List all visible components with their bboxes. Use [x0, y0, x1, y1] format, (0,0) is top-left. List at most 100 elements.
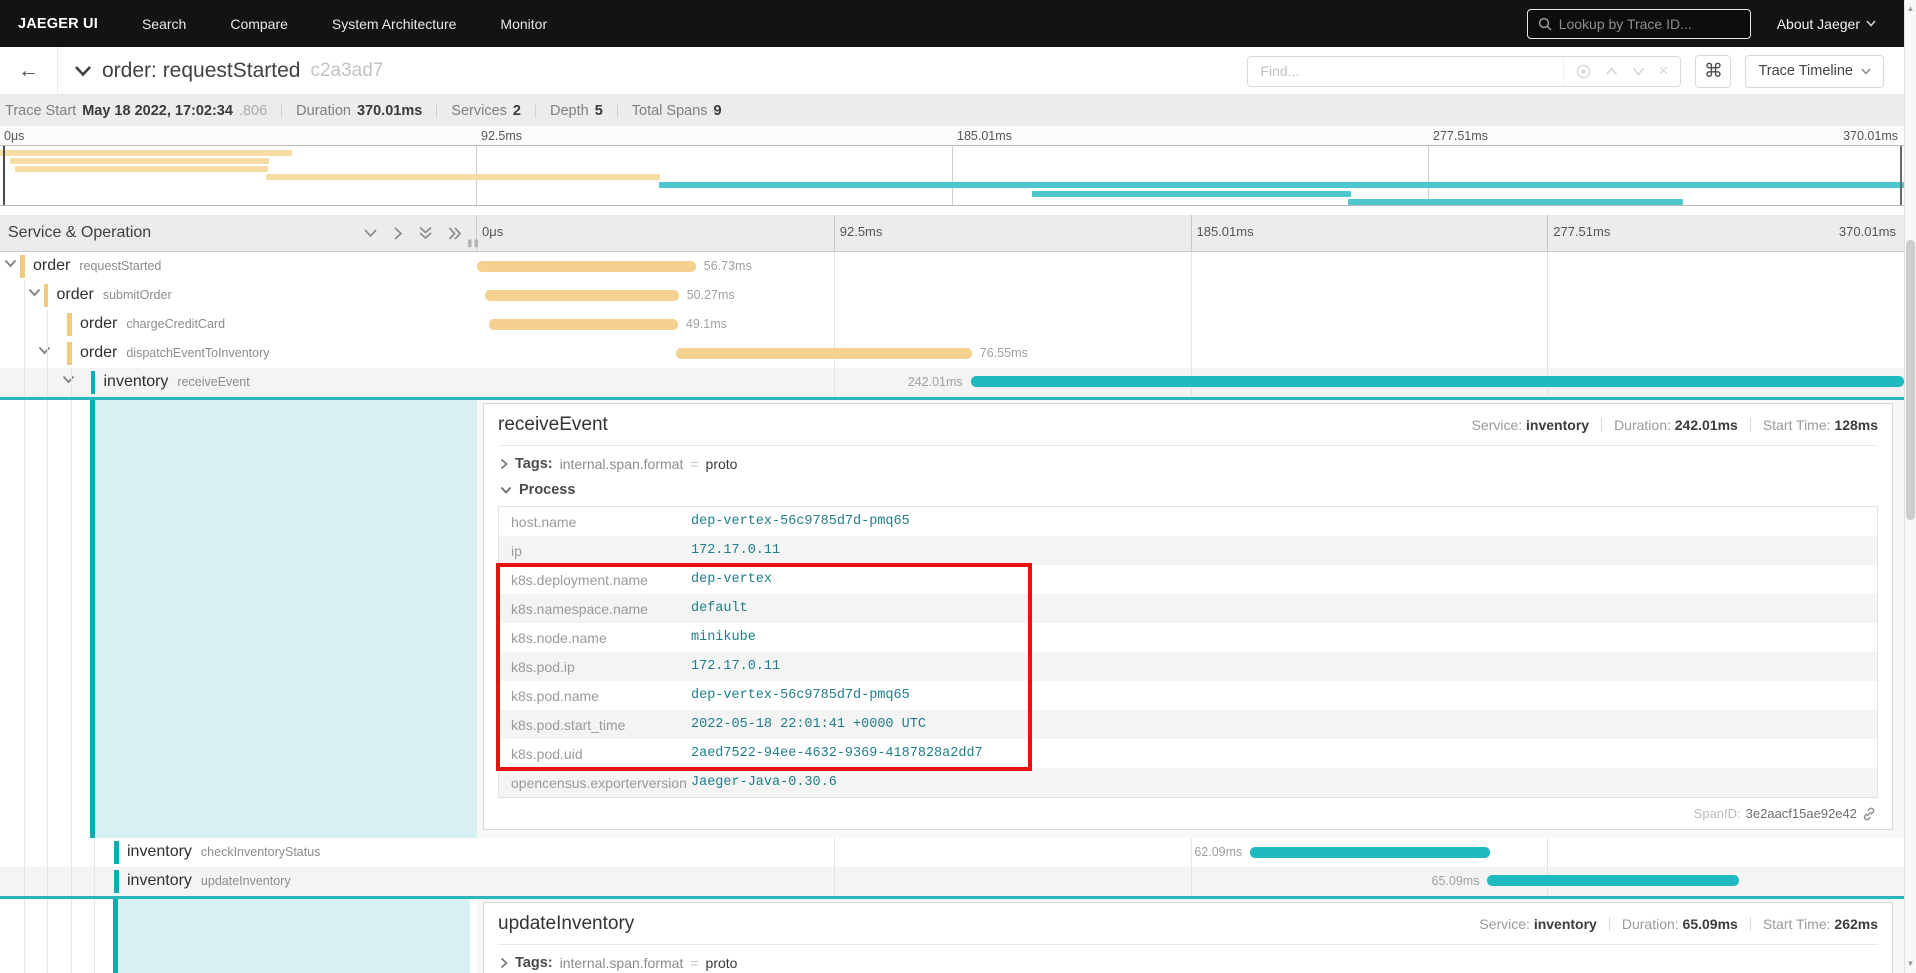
process-row[interactable]: k8s.pod.namedep-vertex-56c9785d7d-pmq65: [499, 681, 1877, 710]
trace-title: order: requestStarted: [102, 59, 300, 83]
expand-all-icon[interactable]: [448, 226, 462, 241]
process-value: dep-vertex: [691, 572, 772, 587]
scroll-up-arrow[interactable]: ▲: [1905, 2, 1916, 16]
tags-accordion[interactable]: Tags: internal.span.format = proto: [500, 955, 1878, 971]
process-row[interactable]: k8s.namespace.namedefault: [499, 594, 1877, 623]
process-row[interactable]: k8s.deployment.namedep-vertex: [499, 565, 1877, 594]
span-row-dispatchEventToInventory[interactable]: orderdispatchEventToInventory 76.55ms: [0, 339, 1904, 368]
chevron-down-icon: [1861, 68, 1871, 75]
search-icon: [1538, 17, 1552, 31]
app-logo[interactable]: JAEGER UI: [18, 16, 98, 32]
process-row[interactable]: k8s.pod.uid2aed7522-94ee-4632-9369-41878…: [499, 739, 1877, 768]
span-bar[interactable]: [485, 290, 679, 301]
collapse-all-icon[interactable]: [418, 226, 433, 240]
span-row-requestStarted[interactable]: orderrequestStarted 56.73ms: [0, 252, 1904, 281]
link-icon[interactable]: [1862, 807, 1876, 821]
back-arrow-icon: ←: [18, 59, 39, 83]
about-jaeger-menu[interactable]: About Jaeger: [1777, 16, 1876, 32]
minimap-span-bar: [1348, 199, 1683, 205]
indent-guide: [71, 368, 72, 397]
span-bar[interactable]: [676, 348, 971, 359]
indent-guide: [71, 400, 72, 838]
clear-find-icon[interactable]: ×: [1659, 61, 1669, 81]
process-accordion[interactable]: Process: [500, 482, 1878, 498]
minimap-span-bar: [659, 182, 1904, 188]
chevron-down-icon[interactable]: [62, 375, 77, 390]
minimap-span-bar: [1032, 191, 1352, 197]
minimap-left-scrubber[interactable]: [3, 146, 5, 205]
span-row-checkInventoryStatus[interactable]: inventorycheckInventoryStatus 62.09ms: [0, 838, 1904, 867]
nav-item-search[interactable]: Search: [142, 16, 186, 32]
indent-guide: [94, 838, 95, 867]
process-value: 2022-05-18 22:01:41 +0000 UTC: [691, 717, 926, 732]
process-row[interactable]: k8s.pod.start_time2022-05-18 22:01:41 +0…: [499, 710, 1877, 739]
process-value: dep-vertex-56c9785d7d-pmq65: [691, 514, 910, 529]
scrollbar-thumb[interactable]: [1906, 240, 1915, 520]
nav-item-monitor[interactable]: Monitor: [500, 16, 547, 32]
span-row-updateInventory[interactable]: inventoryupdateInventory 65.09ms: [0, 867, 1904, 899]
trace-id-lookup-placeholder: Lookup by Trace ID...: [1559, 16, 1692, 32]
back-button[interactable]: ←: [0, 47, 58, 94]
tags-accordion[interactable]: Tags: internal.span.format = proto: [500, 456, 1878, 472]
minimap-canvas[interactable]: [0, 145, 1904, 206]
collapse-trace-chevron[interactable]: [74, 65, 92, 77]
indent-guide: [24, 281, 25, 310]
vertical-scrollbar[interactable]: ▲ ▼: [1904, 0, 1916, 973]
indent-guide: [47, 867, 48, 896]
match-highlight-icon[interactable]: [1576, 64, 1591, 79]
span-id-value: 3e2aacf15ae92e42: [1746, 806, 1857, 821]
indent-guide: [71, 838, 72, 867]
process-key: opencensus.exporterversion: [499, 775, 691, 791]
scroll-down-arrow[interactable]: ▼: [1905, 957, 1916, 971]
detail-title: updateInventory: [498, 913, 634, 935]
span-row-chargeCreditCard[interactable]: orderchargeCreditCard 49.1ms: [0, 310, 1904, 339]
find-input[interactable]: Find... ×: [1247, 56, 1681, 87]
trace-minimap[interactable]: 0μs 92.5ms 185.01ms 277.51ms 370.01ms: [0, 126, 1904, 207]
process-row[interactable]: k8s.node.nameminikube: [499, 623, 1877, 652]
span-row-receiveEvent[interactable]: inventoryreceiveEvent 242.01ms: [0, 368, 1904, 400]
indent-guide: [24, 899, 25, 973]
prev-match-icon[interactable]: [1605, 67, 1618, 76]
span-detail-receiveEvent: receiveEvent Service: inventory Duration…: [0, 400, 1904, 838]
span-bar[interactable]: [1487, 875, 1738, 886]
process-row[interactable]: ip172.17.0.11: [499, 536, 1877, 565]
span-service: inventory: [104, 373, 169, 390]
minimap-span-bar: [0, 150, 292, 156]
next-match-icon[interactable]: [1632, 67, 1645, 76]
span-operation: dispatchEventToInventory: [126, 346, 269, 360]
trace-id-lookup-input[interactable]: Lookup by Trace ID...: [1527, 9, 1751, 39]
span-service: inventory: [127, 872, 192, 889]
span-bar[interactable]: [971, 376, 1904, 387]
chevron-down-icon[interactable]: [28, 288, 43, 303]
span-operation: checkInventoryStatus: [201, 845, 321, 859]
chevron-down-icon: [500, 486, 512, 494]
minimap-right-scrubber[interactable]: [1900, 146, 1902, 205]
keyboard-shortcuts-button[interactable]: ⌘: [1695, 55, 1731, 88]
collapse-one-icon[interactable]: [363, 228, 378, 238]
process-row[interactable]: opencensus.exporterversionJaeger-Java-0.…: [499, 768, 1877, 797]
span-bar[interactable]: [489, 319, 678, 330]
nav-item-compare[interactable]: Compare: [230, 16, 288, 32]
expand-one-icon[interactable]: [393, 226, 403, 241]
service-operation-title: Service & Operation: [8, 224, 151, 242]
process-row[interactable]: k8s.pod.ip172.17.0.11: [499, 652, 1877, 681]
span-bar[interactable]: [477, 261, 696, 272]
chevron-down-icon[interactable]: [38, 346, 53, 361]
span-operation: chargeCreditCard: [126, 317, 225, 331]
indent-guide: [47, 339, 48, 368]
process-key: ip: [499, 543, 691, 559]
process-row[interactable]: host.namedep-vertex-56c9785d7d-pmq65: [499, 507, 1877, 536]
process-value: 172.17.0.11: [691, 543, 780, 558]
nav-item-system-architecture[interactable]: System Architecture: [332, 16, 457, 32]
process-key: k8s.node.name: [499, 630, 691, 646]
indent-guide: [24, 339, 25, 368]
indent-guide: [71, 867, 72, 896]
span-row-submitOrder[interactable]: ordersubmitOrder 50.27ms: [0, 281, 1904, 310]
indent-guide: [94, 899, 95, 973]
trace-view-selector[interactable]: Trace Timeline: [1745, 55, 1884, 88]
span-bar[interactable]: [1250, 847, 1489, 858]
span-detail-card: receiveEvent Service: inventory Duration…: [483, 403, 1893, 830]
indent-guide: [24, 867, 25, 896]
chevron-down-icon[interactable]: [4, 259, 19, 274]
span-service: order: [80, 315, 117, 332]
